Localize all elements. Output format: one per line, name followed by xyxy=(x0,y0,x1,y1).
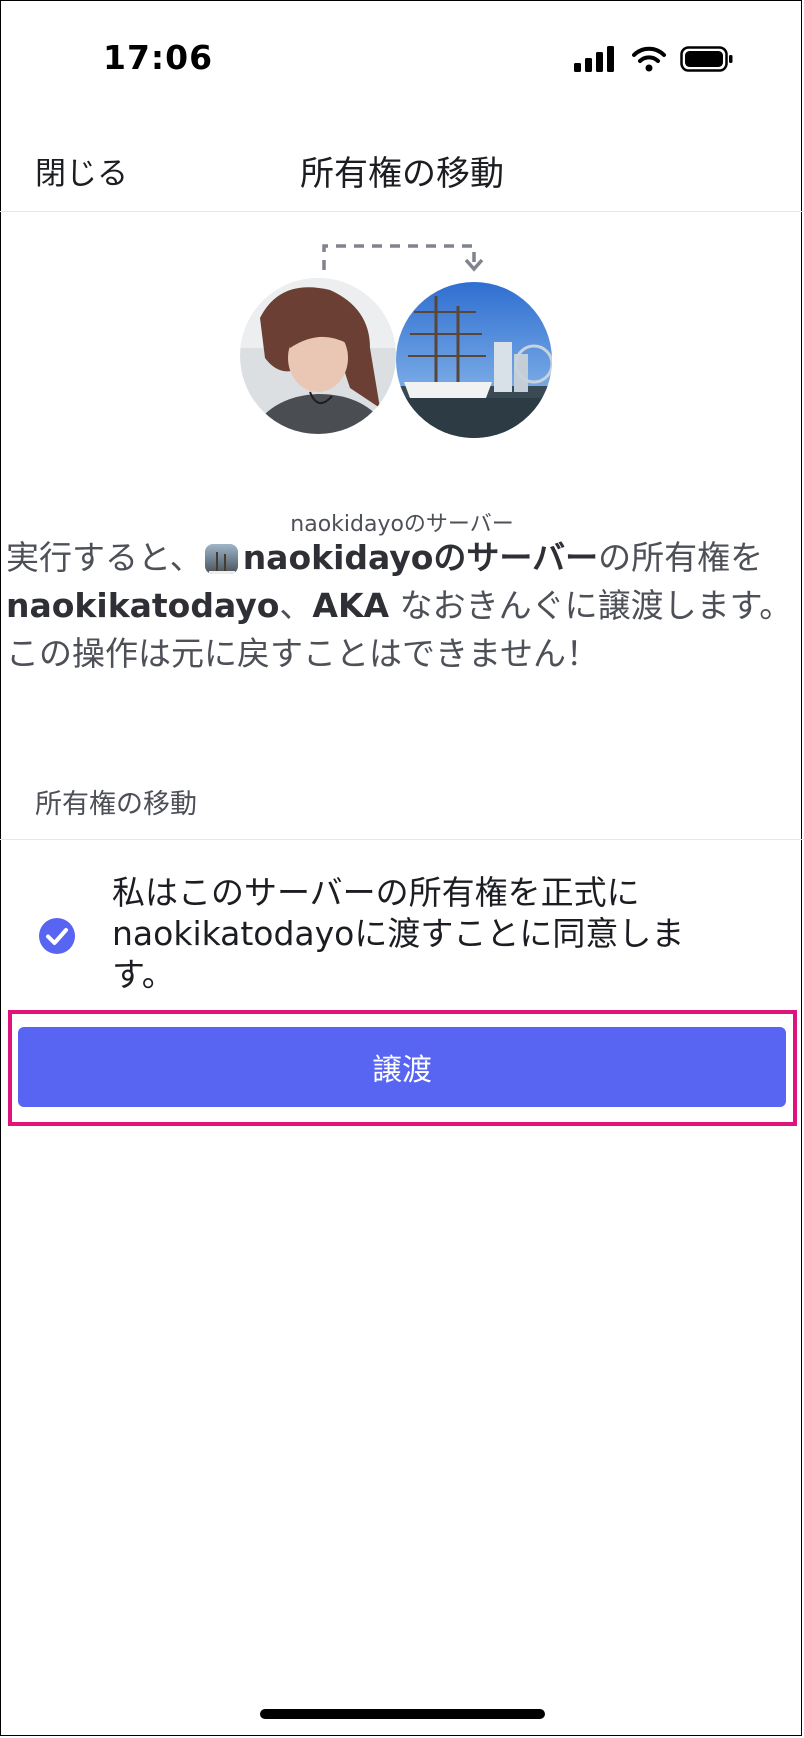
status-time: 17:06 xyxy=(103,38,214,77)
consent-line-3: す。 xyxy=(112,955,175,994)
wifi-icon xyxy=(632,46,666,72)
divider xyxy=(0,839,804,840)
transfer-description: 実行すると、 naokidayoのサーバーの所有権を naokikatodayo、A… xyxy=(6,534,802,678)
status-bar: 17:06 xyxy=(0,0,804,110)
checkbox-checked-icon[interactable] xyxy=(38,917,76,955)
nav-bar: 閉じる 所有権の移動 xyxy=(0,110,804,212)
current-owner-avatar xyxy=(240,278,396,434)
description-aka: AKA xyxy=(312,586,390,625)
transfer-button[interactable]: 譲渡 xyxy=(18,1027,786,1107)
transfer-arrow-icon xyxy=(322,244,484,272)
description-separator: 、 xyxy=(279,586,313,625)
consent-line-1: 私はこのサーバーの所有権を正式に xyxy=(112,873,640,912)
home-indicator[interactable] xyxy=(260,1709,545,1719)
signal-icon xyxy=(574,46,614,72)
page-title: 所有権の移動 xyxy=(300,154,504,194)
description-suffix: に譲渡します。 xyxy=(564,586,793,625)
description-server-name: naokidayoのサーバー xyxy=(242,538,599,577)
section-header: 所有権の移動 xyxy=(35,789,197,820)
battery-icon xyxy=(680,46,733,72)
description-alias: なおきんぐ xyxy=(389,586,565,625)
server-icon xyxy=(396,282,552,438)
description-warning: この操作は元に戻すことはできません！ xyxy=(6,634,600,673)
ownership-transfer-graphic xyxy=(0,240,804,450)
status-icons xyxy=(574,46,734,72)
description-prefix: 実行すると、 xyxy=(6,538,203,577)
consent-text[interactable]: 私はこのサーバーの所有権を正式に naokikatodayoに渡すことに同意しま… xyxy=(112,872,732,995)
description-middle: の所有権を xyxy=(598,538,764,577)
description-recipient: naokikatodayo xyxy=(6,586,280,625)
server-inline-icon xyxy=(204,544,238,574)
consent-line-2: naokikatodayoに渡すことに同意しま xyxy=(112,914,685,953)
consent-row[interactable]: 私はこのサーバーの所有権を正式に naokikatodayoに渡すことに同意しま… xyxy=(0,872,804,1002)
